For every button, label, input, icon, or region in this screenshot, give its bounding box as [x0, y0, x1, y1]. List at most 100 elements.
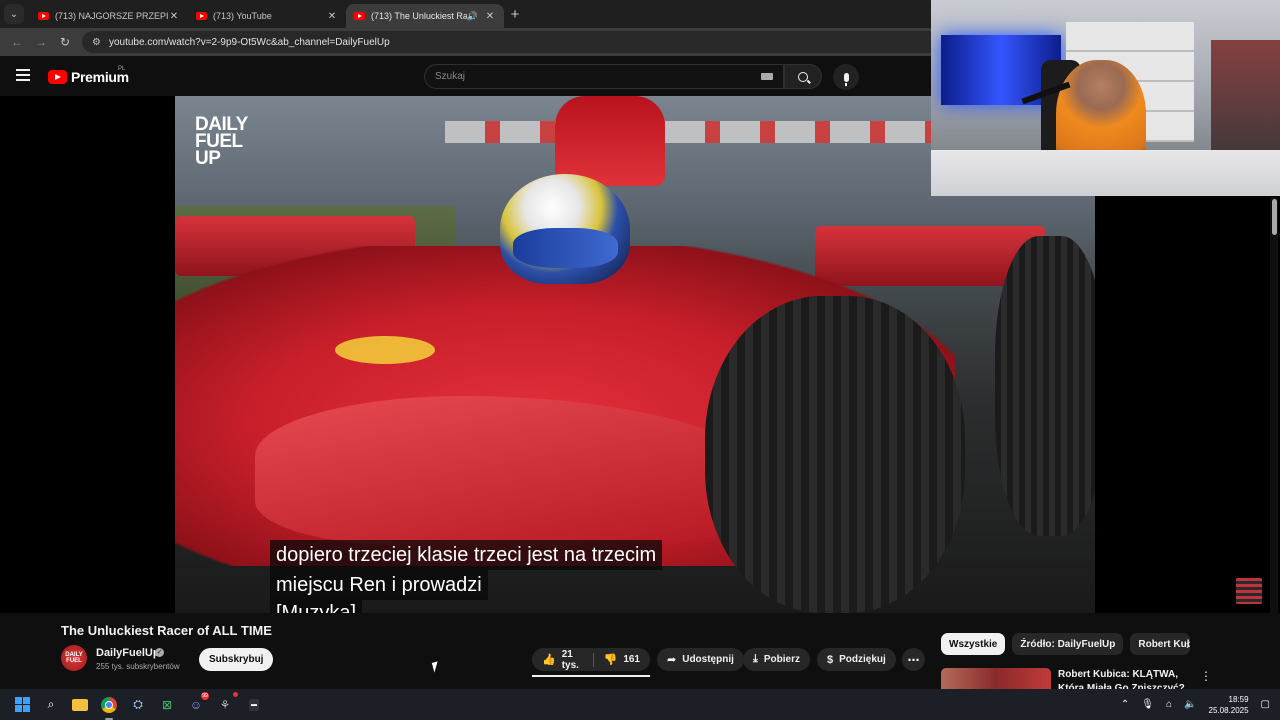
streaming-app-button[interactable]: ▬: [243, 694, 265, 716]
steam-icon: ⛭: [133, 697, 143, 711]
app-button[interactable]: ⚘: [214, 691, 238, 716]
watermark-line: UP: [195, 148, 221, 169]
share-label: Udostępnij: [682, 654, 734, 665]
car-airbox: [555, 96, 665, 186]
youtube-logo[interactable]: Premium: [48, 69, 129, 85]
thanks-label: Podziękuj: [839, 654, 886, 665]
new-tab-button[interactable]: +: [504, 3, 526, 25]
subscriber-count: 255 tys. subskrybentów: [96, 662, 180, 671]
download-icon: ⤓: [753, 653, 758, 665]
sponsor-badge: [335, 336, 435, 364]
search-placeholder: Szukaj: [435, 71, 466, 82]
search-input[interactable]: Szukaj: [424, 64, 784, 89]
search-icon: [798, 71, 808, 82]
chevron-up-icon[interactable]: ⌃: [1121, 699, 1129, 710]
youtube-favicon-icon: [196, 12, 207, 20]
windows-taskbar: ⌕ ⛭ ⊠ ☺ 99 ⚘ ▬ ⌃ 🎙 ⌂ 🔈 18:59 25.08.2025 ▢: [0, 689, 1280, 720]
more-actions-button[interactable]: ⋯: [902, 648, 925, 671]
windows-logo-icon: [14, 697, 30, 712]
excel-button[interactable]: ⊠: [156, 694, 178, 716]
chip-all[interactable]: Wszystkie: [941, 633, 1006, 655]
stream-app-icon: ▬: [249, 698, 259, 711]
thanks-button[interactable]: $ Podziękuj: [817, 648, 896, 671]
back-button[interactable]: ←: [6, 31, 28, 53]
url-text: youtube.com/watch?v=2-9p9-Ot5Wc&ab_chann…: [108, 36, 390, 48]
download-button[interactable]: ⤓ Pobierz: [743, 648, 810, 671]
subscribe-button[interactable]: Subskrybuj: [199, 648, 274, 671]
forward-button[interactable]: →: [30, 31, 52, 53]
start-button[interactable]: [11, 694, 33, 716]
helmet-visor: [513, 228, 618, 268]
thumbs-up-icon: 👍: [542, 654, 556, 666]
dislike-button[interactable]: 👎 161: [594, 648, 650, 671]
video-title: The Unluckiest Racer of ALL TIME: [61, 623, 272, 638]
chevron-right-icon[interactable]: ›: [1186, 638, 1190, 652]
voice-search-button[interactable]: [833, 64, 859, 90]
notification-dot: [233, 691, 238, 697]
scrollbar-thumb[interactable]: [1272, 199, 1277, 235]
browser-tab[interactable]: (713) YouTube ✕: [188, 4, 346, 28]
system-tray: ⌃ 🎙 ⌂ 🔈 18:59 25.08.2025 ▢: [1109, 689, 1270, 720]
rear-tire: [995, 236, 1095, 536]
speaker-icon[interactable]: 🔊: [467, 11, 478, 22]
notification-icon[interactable]: ▢: [1261, 699, 1270, 710]
captions: dopiero trzeciej klasie trzeci jest na t…: [270, 540, 663, 613]
close-icon[interactable]: ✕: [484, 11, 496, 22]
clock-date: 25.08.2025: [1208, 705, 1249, 715]
youtube-favicon-icon: [354, 12, 365, 20]
recommended-thumbnail[interactable]: [941, 668, 1051, 689]
network-icon[interactable]: ⌂: [1166, 699, 1172, 710]
thumbs-down-icon: 👎: [603, 654, 618, 666]
browser-tab[interactable]: (713) NAJGORSZE PRZEPISY W F1 ✕: [30, 4, 188, 28]
avatar[interactable]: DAILY FUEL: [61, 645, 87, 671]
taskbar-search-button[interactable]: ⌕: [40, 694, 62, 716]
playlist-icon[interactable]: [1236, 578, 1262, 604]
caption-line: miejscu Ren i prowadzi: [270, 570, 488, 600]
volume-icon[interactable]: 🔈: [1184, 699, 1196, 710]
chip-source[interactable]: Źródło: DailyFuelUp: [1012, 633, 1124, 655]
share-button[interactable]: ➦ Udostępnij: [657, 648, 744, 671]
vertical-dots-icon[interactable]: ⋮: [1200, 669, 1212, 683]
clock[interactable]: 18:59 25.08.2025: [1209, 694, 1249, 716]
thanks-icon: $: [827, 653, 834, 666]
chrome-button[interactable]: [98, 694, 120, 720]
close-icon[interactable]: ✕: [168, 11, 180, 22]
arrow-left-icon: ←: [11, 35, 23, 49]
discord-button[interactable]: ☺ 99: [185, 691, 209, 716]
microphone-icon: [843, 72, 849, 86]
tab-title: (713) The Unluckiest Racer of ALL TIME: [371, 11, 467, 21]
keyboard-icon[interactable]: [761, 73, 773, 80]
app-icon: ⚘: [219, 697, 231, 712]
file-explorer-button[interactable]: [69, 694, 91, 716]
site-info-icon[interactable]: ⚙: [92, 37, 101, 48]
youtube-favicon-icon: [38, 12, 49, 20]
browser-tab-active[interactable]: (713) The Unluckiest Racer of ALL TIME 🔊…: [346, 4, 504, 28]
chip-topic[interactable]: Robert Kubica: [1130, 633, 1191, 655]
menu-icon[interactable]: [16, 69, 30, 81]
front-tire: [705, 296, 965, 613]
search-button[interactable]: [784, 64, 822, 89]
download-label: Pobierz: [763, 654, 800, 665]
search-icon: ⌕: [47, 697, 55, 711]
tab-search-button[interactable]: ⌄: [4, 4, 24, 24]
verified-icon: ✓: [155, 648, 164, 657]
steam-button[interactable]: ⛭: [127, 694, 149, 716]
like-bar: [532, 675, 650, 677]
arrow-right-icon: →: [35, 35, 47, 49]
folder-icon: [72, 698, 88, 711]
clock-time: 18:59: [1228, 694, 1249, 704]
like-button[interactable]: 👍 21 tys.: [532, 648, 593, 671]
microphone-icon[interactable]: 🎙: [1141, 699, 1154, 710]
dislike-count: 161: [623, 654, 640, 665]
video-info: The Unluckiest Racer of ALL TIME DAILY F…: [0, 613, 1280, 689]
youtube-play-icon: [48, 70, 67, 84]
plus-icon: +: [510, 5, 520, 23]
caption-line: [Muzyka]: [270, 600, 363, 613]
close-icon[interactable]: ✕: [326, 11, 338, 22]
recommended-title[interactable]: Robert Kubica: KLĄTWA, Która Miała Go Zn…: [1058, 668, 1193, 689]
notification-badge: 99: [201, 691, 209, 700]
webcam-desk: [931, 150, 1280, 196]
channel-name[interactable]: DailyFuelUp: [96, 647, 160, 659]
reload-button[interactable]: ↻: [54, 31, 76, 53]
chrome-icon: [101, 696, 117, 713]
